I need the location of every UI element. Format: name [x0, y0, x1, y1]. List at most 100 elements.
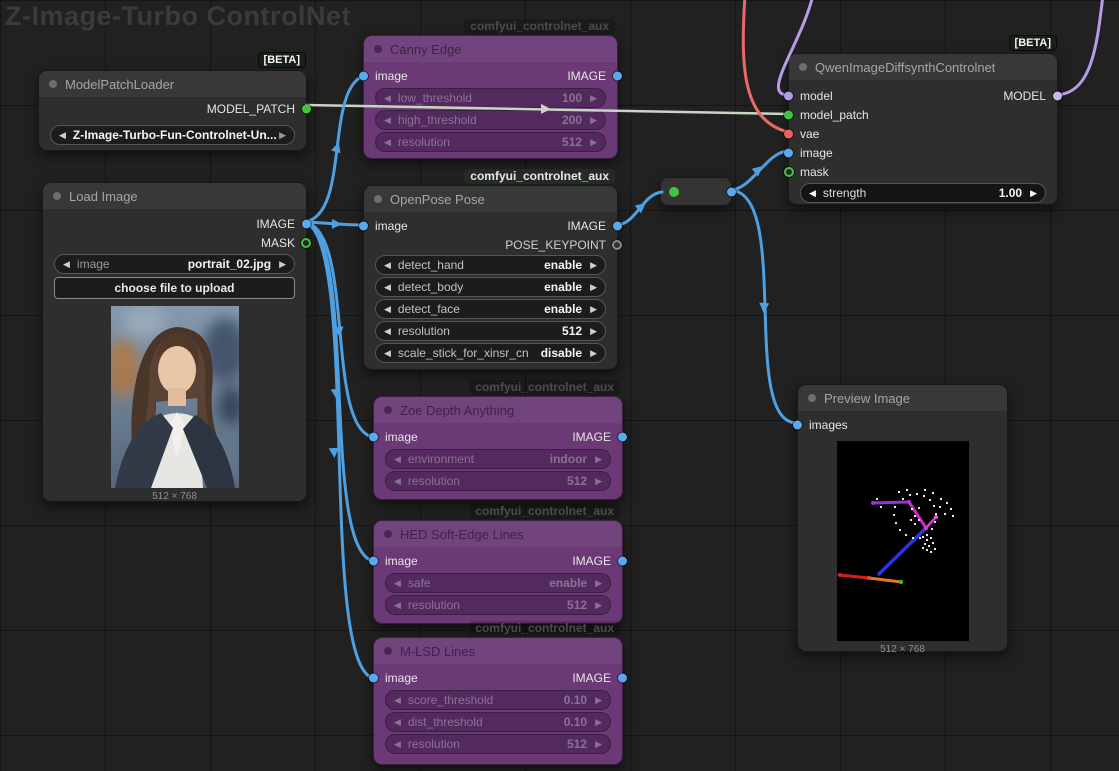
increment-arrow-icon[interactable]: ▶ — [279, 260, 286, 269]
model-patch-input-slot[interactable] — [784, 110, 793, 119]
increment-arrow-icon[interactable]: ▶ — [279, 131, 286, 140]
decrement-arrow-icon[interactable]: ◀ — [394, 718, 401, 727]
increment-arrow-icon[interactable]: ▶ — [595, 477, 602, 486]
widget-detect-body[interactable]: ◀ detect_body enable ▶ — [375, 277, 606, 297]
decrement-arrow-icon[interactable]: ◀ — [59, 131, 66, 140]
node-header[interactable]: HED Soft-Edge Lines — [374, 521, 622, 547]
increment-arrow-icon[interactable]: ▶ — [590, 94, 597, 103]
increment-arrow-icon[interactable]: ▶ — [595, 579, 602, 588]
collapse-dot-icon[interactable] — [808, 394, 816, 402]
node-header[interactable]: Canny Edge — [364, 36, 617, 62]
collapse-dot-icon[interactable] — [53, 192, 61, 200]
decrement-arrow-icon[interactable]: ◀ — [394, 740, 401, 749]
model-output-slot[interactable] — [1053, 91, 1062, 100]
decrement-arrow-icon[interactable]: ◀ — [384, 116, 391, 125]
node-preview-image[interactable]: Preview Image images — [797, 384, 1008, 652]
image-input-slot[interactable] — [369, 433, 378, 442]
image-input-slot[interactable] — [359, 222, 368, 231]
widget-detect-hand[interactable]: ◀ detect_hand enable ▶ — [375, 255, 606, 275]
decrement-arrow-icon[interactable]: ◀ — [394, 696, 401, 705]
collapse-dot-icon[interactable] — [384, 530, 392, 538]
image-output-slot[interactable] — [727, 187, 736, 196]
widget-environment[interactable]: ◀ environment indoor ▶ — [385, 449, 611, 469]
widget-resolution[interactable]: ◀ resolution 512 ▶ — [385, 471, 611, 491]
mask-input-slot[interactable] — [784, 167, 794, 177]
widget-resolution[interactable]: ◀ resolution 512 ▶ — [385, 595, 611, 615]
widget-scale-stick[interactable]: ◀ scale_stick_for_xinsr_cn disable ▶ — [375, 343, 606, 363]
increment-arrow-icon[interactable]: ▶ — [590, 283, 597, 292]
node-zoe-depth-anything[interactable]: comfyui_controlnet_aux Zoe Depth Anythin… — [373, 396, 623, 500]
node-model-patch-loader[interactable]: [BETA] ModelPatchLoader MODEL_PATCH ◀ Z-… — [38, 70, 307, 151]
node-qwen-image-diffsynth-controlnet[interactable]: [BETA] QwenImageDiffsynthControlnet mode… — [788, 53, 1058, 205]
image-file-combo-widget[interactable]: ◀ image portrait_02.jpg ▶ — [54, 254, 295, 274]
collapse-dot-icon[interactable] — [384, 647, 392, 655]
widget-low-threshold[interactable]: ◀ low_threshold 100 ▶ — [375, 88, 606, 108]
decrement-arrow-icon[interactable]: ◀ — [384, 305, 391, 314]
widget-high-threshold[interactable]: ◀ high_threshold 200 ▶ — [375, 110, 606, 130]
node-graph-canvas[interactable]: Z-Image-Turbo ControlNet [BETA] ModelPat… — [0, 0, 1119, 771]
node-header[interactable]: OpenPose Pose — [364, 186, 617, 212]
mask-output-slot[interactable] — [301, 238, 311, 248]
node-canny-edge[interactable]: comfyui_controlnet_aux Canny Edge image … — [363, 35, 618, 159]
node-header[interactable]: M-LSD Lines — [374, 638, 622, 664]
model-patch-combo-widget[interactable]: ◀ Z-Image-Turbo-Fun-Controlnet-Un... ▶ — [50, 125, 295, 145]
model-patch-output-slot[interactable] — [302, 105, 311, 114]
increment-arrow-icon[interactable]: ▶ — [590, 305, 597, 314]
node-header[interactable]: QwenImageDiffsynthControlnet — [789, 54, 1057, 80]
pose-keypoint-output-slot[interactable] — [612, 240, 622, 250]
model-input-slot[interactable] — [784, 91, 793, 100]
image-input-slot[interactable] — [369, 674, 378, 683]
increment-arrow-icon[interactable]: ▶ — [595, 455, 602, 464]
collapse-dot-icon[interactable] — [384, 406, 392, 414]
increment-arrow-icon[interactable]: ▶ — [1030, 189, 1037, 198]
vae-input-slot[interactable] — [784, 129, 793, 138]
decrement-arrow-icon[interactable]: ◀ — [384, 138, 391, 147]
collapse-toggle-icon[interactable] — [669, 187, 679, 197]
image-output-slot[interactable] — [613, 222, 622, 231]
image-input-slot[interactable] — [369, 557, 378, 566]
collapse-dot-icon[interactable] — [374, 45, 382, 53]
increment-arrow-icon[interactable]: ▶ — [590, 327, 597, 336]
increment-arrow-icon[interactable]: ▶ — [590, 261, 597, 270]
node-mlsd-lines[interactable]: comfyui_controlnet_aux M-LSD Lines image… — [373, 637, 623, 765]
increment-arrow-icon[interactable]: ▶ — [595, 740, 602, 749]
increment-arrow-icon[interactable]: ▶ — [590, 138, 597, 147]
decrement-arrow-icon[interactable]: ◀ — [384, 349, 391, 358]
node-header[interactable]: Load Image — [43, 183, 306, 209]
node-header[interactable]: Zoe Depth Anything — [374, 397, 622, 423]
widget-detect-face[interactable]: ◀ detect_face enable ▶ — [375, 299, 606, 319]
increment-arrow-icon[interactable]: ▶ — [595, 601, 602, 610]
image-output-slot[interactable] — [618, 674, 627, 683]
decrement-arrow-icon[interactable]: ◀ — [384, 327, 391, 336]
widget-resolution[interactable]: ◀ resolution 512 ▶ — [375, 132, 606, 152]
increment-arrow-icon[interactable]: ▶ — [590, 116, 597, 125]
widget-score-threshold[interactable]: ◀ score_threshold 0.10 ▶ — [385, 690, 611, 710]
collapse-dot-icon[interactable] — [49, 80, 57, 88]
image-output-slot[interactable] — [618, 433, 627, 442]
decrement-arrow-icon[interactable]: ◀ — [384, 261, 391, 270]
image-output-slot[interactable] — [302, 219, 311, 228]
decrement-arrow-icon[interactable]: ◀ — [394, 455, 401, 464]
image-input-slot[interactable] — [359, 72, 368, 81]
node-load-image[interactable]: Load Image IMAGE MASK ◀ image portrait_0… — [42, 182, 307, 502]
collapse-dot-icon[interactable] — [374, 195, 382, 203]
choose-file-button[interactable]: choose file to upload — [54, 277, 295, 299]
image-output-slot[interactable] — [613, 72, 622, 81]
widget-safe[interactable]: ◀ safe enable ▶ — [385, 573, 611, 593]
image-input-slot[interactable] — [784, 148, 793, 157]
widget-dist-threshold[interactable]: ◀ dist_threshold 0.10 ▶ — [385, 712, 611, 732]
collapsed-node[interactable] — [660, 177, 732, 206]
decrement-arrow-icon[interactable]: ◀ — [63, 260, 70, 269]
decrement-arrow-icon[interactable]: ◀ — [384, 283, 391, 292]
decrement-arrow-icon[interactable]: ◀ — [384, 94, 391, 103]
node-header[interactable]: Preview Image — [798, 385, 1007, 411]
collapse-dot-icon[interactable] — [799, 63, 807, 71]
increment-arrow-icon[interactable]: ▶ — [595, 696, 602, 705]
decrement-arrow-icon[interactable]: ◀ — [809, 189, 816, 198]
increment-arrow-icon[interactable]: ▶ — [595, 718, 602, 727]
decrement-arrow-icon[interactable]: ◀ — [394, 579, 401, 588]
image-output-slot[interactable] — [618, 557, 627, 566]
node-hed-soft-edge-lines[interactable]: comfyui_controlnet_aux HED Soft-Edge Lin… — [373, 520, 623, 624]
widget-strength[interactable]: ◀ strength 1.00 ▶ — [800, 183, 1046, 203]
images-input-slot[interactable] — [793, 420, 802, 429]
